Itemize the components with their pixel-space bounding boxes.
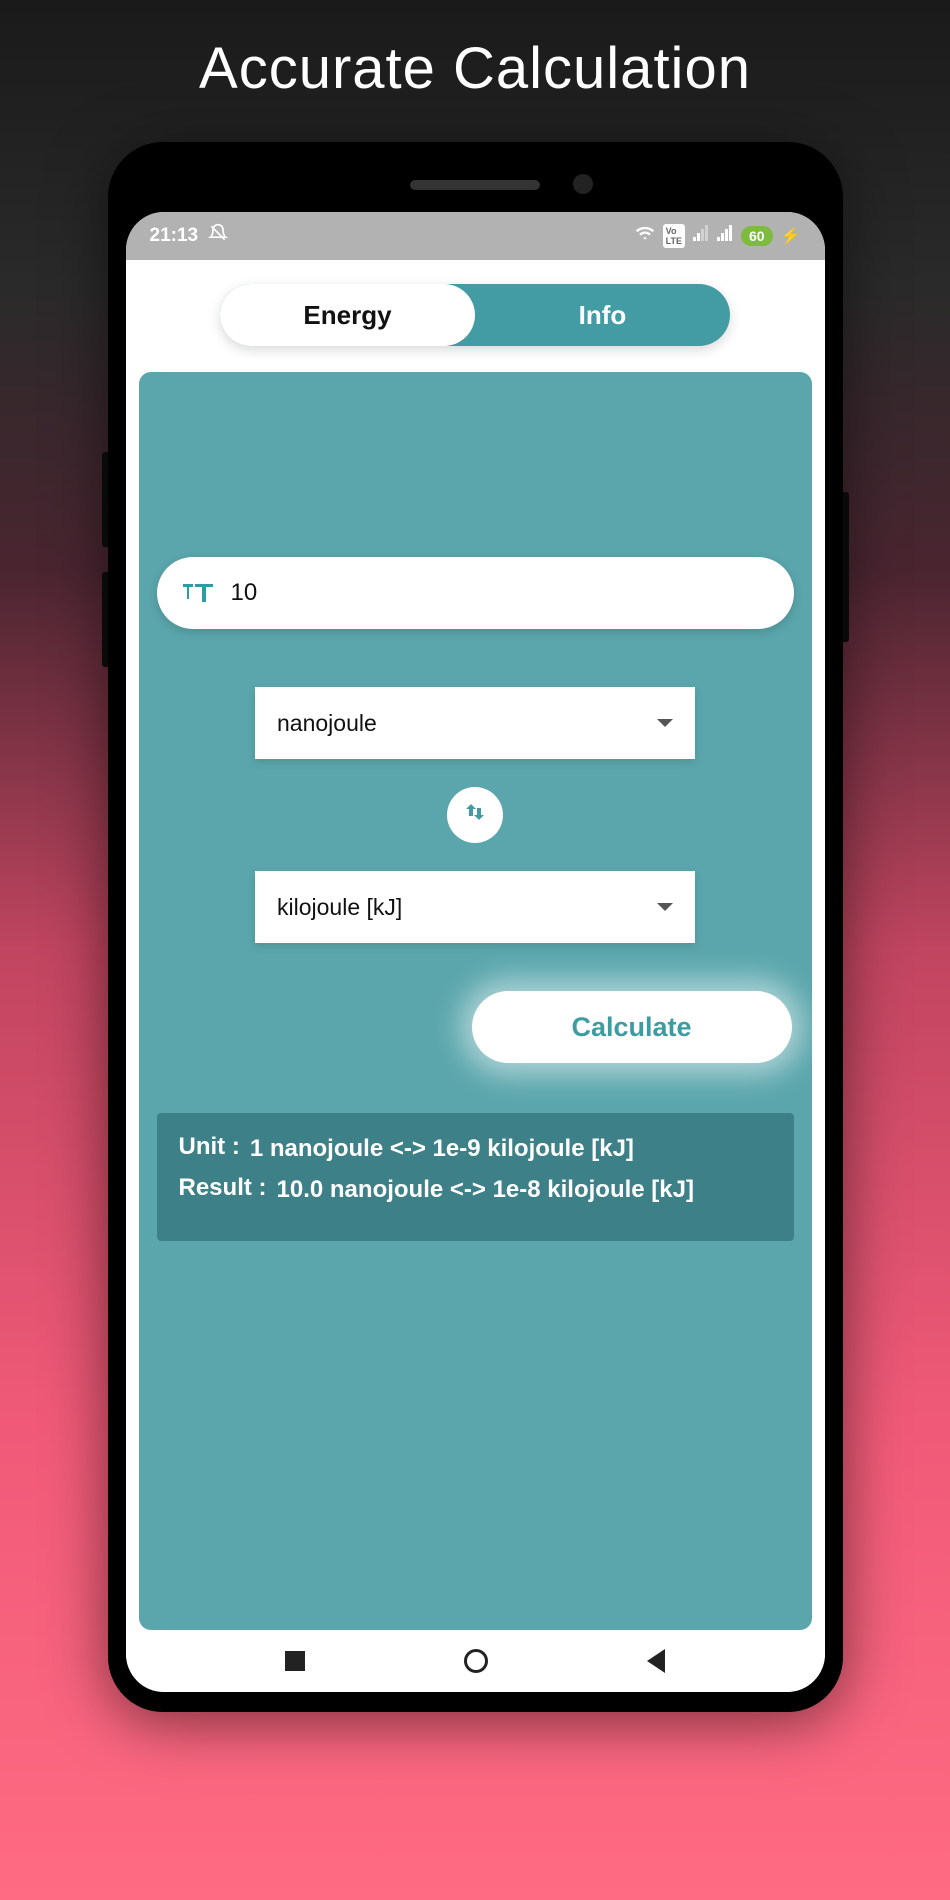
tab-energy[interactable]: Energy [220,284,475,346]
signal-icon-2 [717,225,733,247]
status-bar: 21:13 VoLTE 60 [126,212,825,260]
result-value: 10.0 nanojoule <-> 1e-8 kilojoule [kJ] [277,1174,694,1205]
recent-apps-button[interactable] [285,1651,305,1671]
to-unit-select[interactable]: kilojoule [kJ] [255,871,695,943]
wifi-icon [635,223,655,249]
home-button[interactable] [464,1649,488,1673]
phone-frame: 21:13 VoLTE 60 [108,142,843,1712]
volume-up-button [102,452,108,547]
phone-screen: 21:13 VoLTE 60 [126,212,825,1692]
chevron-down-icon [657,719,673,727]
tab-info[interactable]: Info [475,284,730,346]
back-button[interactable] [647,1649,665,1673]
dnd-icon [208,223,228,249]
converter-card: 10 nanojoule kilojoule [kJ] Calculate Un… [139,372,812,1630]
charging-icon: ⚡ [781,226,801,246]
swap-button[interactable] [447,787,503,843]
phone-camera [573,174,593,194]
amount-value: 10 [231,579,258,607]
text-size-icon [183,577,213,609]
page-title: Accurate Calculation [199,35,751,102]
to-unit-label: kilojoule [kJ] [277,894,402,921]
battery-indicator: 60 [741,226,773,246]
amount-input[interactable]: 10 [157,557,794,629]
power-button [843,492,849,642]
unit-label: Unit : [179,1133,240,1161]
tab-bar: Energy Info [126,260,825,364]
unit-value: 1 nanojoule <-> 1e-9 kilojoule [kJ] [250,1133,634,1164]
volte-icon: VoLTE [663,224,685,248]
swap-icon [463,800,487,831]
from-unit-select[interactable]: nanojoule [255,687,695,759]
chevron-down-icon [657,903,673,911]
signal-icon-1 [693,225,709,247]
status-time: 21:13 [150,225,199,247]
calculate-button[interactable]: Calculate [472,991,792,1063]
volume-down-button [102,572,108,667]
from-unit-label: nanojoule [277,710,377,737]
result-label: Result : [179,1174,267,1202]
result-panel: Unit : 1 nanojoule <-> 1e-9 kilojoule [k… [157,1113,794,1241]
phone-speaker [410,180,540,190]
android-nav-bar [126,1630,825,1692]
